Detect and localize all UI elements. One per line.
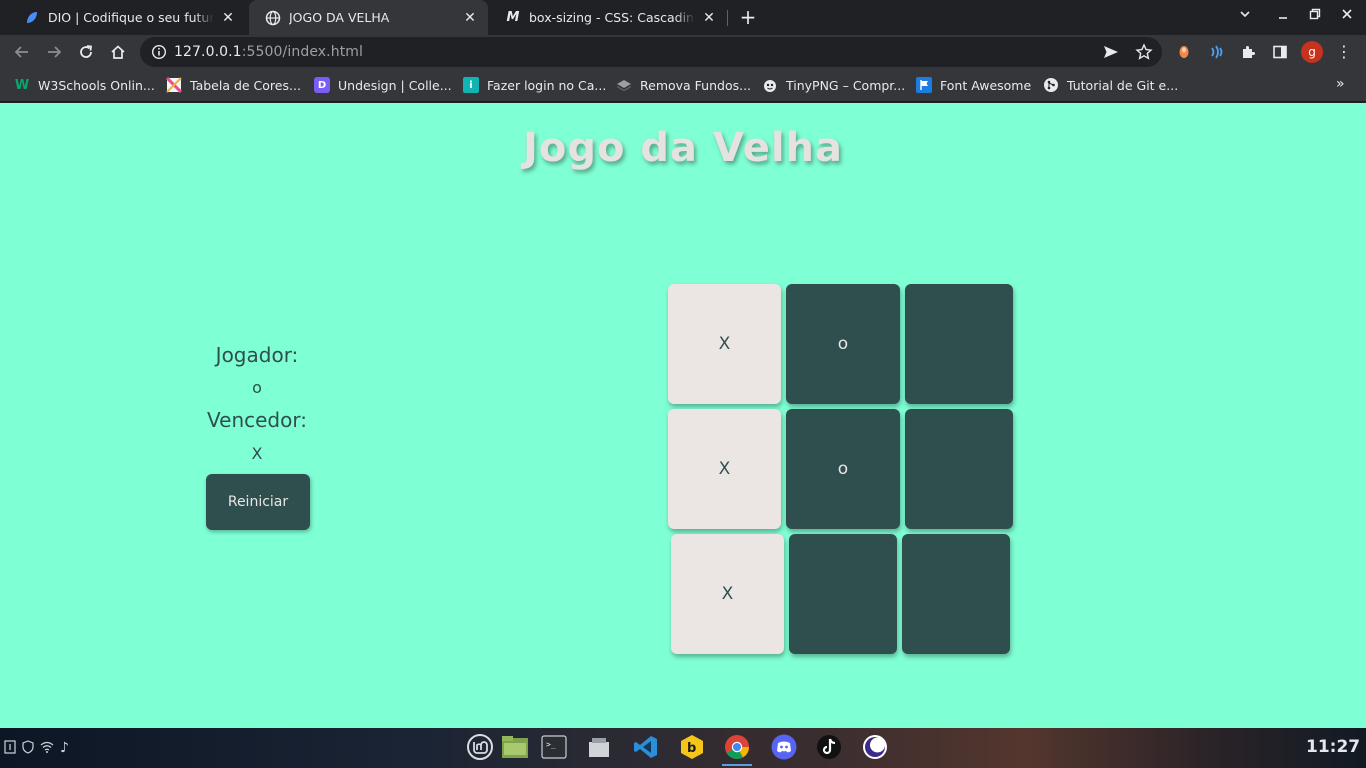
forward-icon[interactable] xyxy=(41,39,67,65)
system-tray: ♪ xyxy=(4,740,69,758)
tab-box-sizing[interactable]: M box-sizing - CSS: Cascading Style Shee… xyxy=(489,0,727,35)
w3schools-icon: W xyxy=(14,77,30,93)
tab-strip: DIO | Codifique o seu futuro global agor… xyxy=(0,0,1366,35)
tab-title: DIO | Codifique o seu futuro global agor… xyxy=(48,10,214,25)
close-tab-icon[interactable]: ✕ xyxy=(701,10,717,26)
tiktok-icon[interactable] xyxy=(814,732,844,762)
site-info-icon[interactable] xyxy=(151,44,167,60)
profile-avatar[interactable]: g xyxy=(1301,41,1323,63)
board-cell[interactable] xyxy=(789,534,897,654)
bookmark-canva[interactable]: i Fazer login no Ca... xyxy=(463,76,606,94)
bookmark-label: Fazer login no Ca... xyxy=(487,77,607,93)
url-path: :5500/index.html xyxy=(241,44,364,60)
winner-label: Vencedor: xyxy=(207,408,307,432)
new-tab-button[interactable]: + xyxy=(737,6,759,28)
tinypng-icon xyxy=(762,77,778,93)
beekeeper-icon[interactable]: b xyxy=(677,732,707,762)
extension-orange-icon[interactable] xyxy=(1173,41,1195,63)
board-cell[interactable]: o xyxy=(786,284,900,404)
bookmark-w3schools[interactable]: W W3Schools Onlin... xyxy=(14,76,155,94)
browser-toolbar: 127.0.0.1:5500/index.html g ⋮ xyxy=(0,35,1366,69)
dio-icon xyxy=(24,10,40,26)
discord-icon[interactable] xyxy=(769,732,799,762)
bookmarks-bar: W W3Schools Onlin... Tabela de Cores... … xyxy=(0,69,1366,102)
menu-kebab-icon[interactable]: ⋮ xyxy=(1336,41,1352,63)
bookmark-git-tutorial[interactable]: Tutorial de Git e... xyxy=(1043,76,1178,94)
player-label: Jogador: xyxy=(215,343,299,367)
restore-icon[interactable] xyxy=(1304,6,1326,28)
send-icon[interactable] xyxy=(1102,43,1120,61)
bookmark-star-icon[interactable] xyxy=(1135,43,1153,61)
undesign-icon: D xyxy=(314,77,330,93)
globe-icon xyxy=(265,10,281,26)
address-bar[interactable]: 127.0.0.1:5500/index.html xyxy=(140,37,1162,67)
extension-wave-icon[interactable] xyxy=(1205,41,1227,63)
url-text: 127.0.0.1:5500/index.html xyxy=(174,44,363,60)
bookmark-label: Undesign | Colle... xyxy=(338,77,452,93)
board-cell[interactable] xyxy=(905,409,1013,529)
page-content: Jogo da Velha Jogador: o Vencedor: X Rei… xyxy=(0,103,1366,728)
music-note-icon[interactable]: ♪ xyxy=(60,740,69,758)
file-manager-icon[interactable] xyxy=(584,732,614,762)
clock[interactable]: 11:27 xyxy=(1306,737,1360,757)
close-tab-icon[interactable]: ✕ xyxy=(220,10,236,26)
board-cell[interactable]: X xyxy=(668,284,781,404)
files-icon[interactable] xyxy=(500,732,530,762)
taskbar: ♪ >_ b 11:27 xyxy=(0,728,1366,768)
board-cell[interactable]: o xyxy=(786,409,900,529)
board-cell[interactable] xyxy=(902,534,1010,654)
close-tab-icon[interactable]: ✕ xyxy=(462,10,478,26)
more-bookmarks-icon[interactable]: » xyxy=(1336,76,1345,92)
bookmark-label: Tabela de Cores... xyxy=(190,77,301,93)
tab-jogo-da-velha[interactable]: JOGO DA VELHA ✕ xyxy=(249,0,488,35)
chrome-icon[interactable] xyxy=(722,732,752,766)
board-cell[interactable] xyxy=(905,284,1013,404)
extensions-puzzle-icon[interactable] xyxy=(1237,41,1259,63)
minimize-icon[interactable] xyxy=(1272,6,1294,28)
bookmark-font-awesome[interactable]: Font Awesome xyxy=(916,76,1031,94)
wifi-icon[interactable] xyxy=(40,740,54,758)
shield-icon[interactable] xyxy=(22,740,34,758)
git-icon xyxy=(1043,77,1059,93)
url-host: 127.0.0.1 xyxy=(174,44,242,60)
board-cell[interactable]: X xyxy=(668,409,781,529)
canva-icon: i xyxy=(463,77,479,93)
board-cell[interactable]: X xyxy=(671,534,784,654)
tab-search-icon[interactable] xyxy=(1234,6,1256,28)
bookmark-label: W3Schools Onlin... xyxy=(38,77,155,93)
game-title: Jogo da Velha xyxy=(522,125,844,171)
bookmark-label: Font Awesome xyxy=(940,77,1032,93)
terminal-icon[interactable]: >_ xyxy=(539,732,569,762)
reload-icon[interactable] xyxy=(73,39,99,65)
bookmark-label: Tutorial de Git e... xyxy=(1067,77,1179,93)
back-icon[interactable] xyxy=(9,39,35,65)
fontawesome-icon xyxy=(916,77,932,93)
restart-button[interactable]: Reiniciar xyxy=(206,474,310,530)
keyboard-icon[interactable] xyxy=(4,740,16,758)
bookmark-tinypng[interactable]: TinyPNG – Compr... xyxy=(762,76,905,94)
bookmark-remove-bg[interactable]: Remova Fundos... xyxy=(616,76,751,94)
mint-menu-icon[interactable] xyxy=(465,732,495,762)
vscode-icon[interactable] xyxy=(631,732,661,762)
removebg-icon xyxy=(616,77,632,93)
tab-title: box-sizing - CSS: Cascading Style Sheets… xyxy=(529,10,695,25)
mdn-icon: M xyxy=(506,10,520,25)
tab-title: JOGO DA VELHA xyxy=(289,10,390,25)
svg-text:>_: >_ xyxy=(546,740,556,749)
side-panel-icon[interactable] xyxy=(1269,41,1291,63)
svg-text:b: b xyxy=(687,741,696,756)
home-icon[interactable] xyxy=(105,39,131,65)
bookmark-label: TinyPNG – Compr... xyxy=(786,77,906,93)
player-value: o xyxy=(252,378,262,397)
close-window-icon[interactable] xyxy=(1336,6,1358,28)
winner-value: X xyxy=(251,444,263,463)
color-table-icon xyxy=(166,77,182,93)
eclipse-icon[interactable] xyxy=(860,732,890,762)
bookmark-label: Remova Fundos... xyxy=(640,77,752,93)
bookmark-tabela-de-cores[interactable]: Tabela de Cores... xyxy=(166,76,301,94)
tab-separator xyxy=(727,10,728,26)
bookmark-undesign[interactable]: D Undesign | Colle... xyxy=(314,76,452,94)
tab-dio[interactable]: DIO | Codifique o seu futuro global agor… xyxy=(8,0,246,35)
